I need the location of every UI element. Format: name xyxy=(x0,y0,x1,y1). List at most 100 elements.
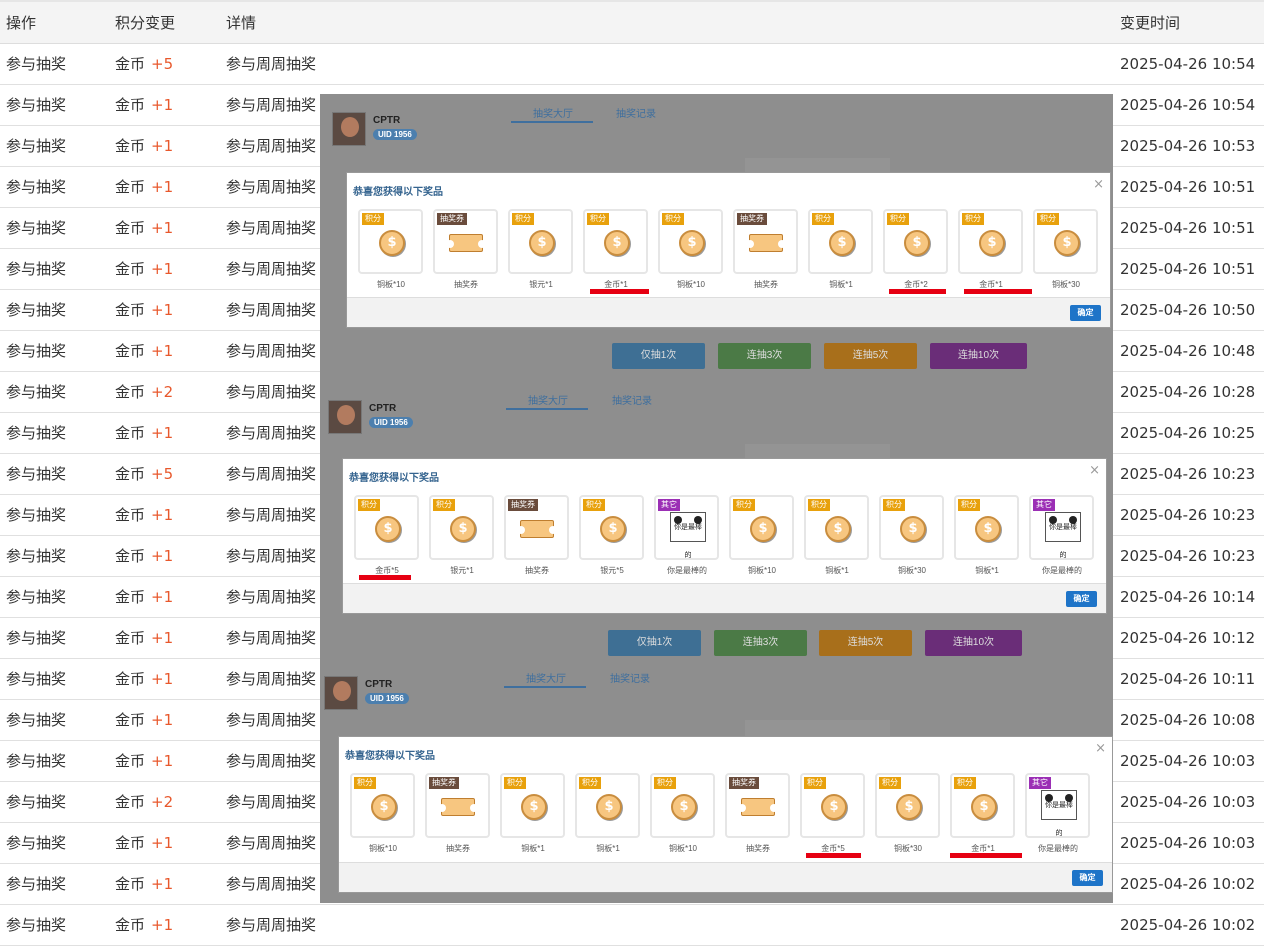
row-detail: 参与周周抽奖 xyxy=(226,711,317,729)
prize-tag: 积分 xyxy=(662,213,684,225)
tab-lottery-record[interactable]: 抽奖记录 xyxy=(616,105,656,120)
prize-result-modal: 恭喜您获得以下奖品 × 确定 积分 $ 金币*5 积分 $ 银元*1 抽奖券 抽奖券 积分 $ 银元*5 其… xyxy=(342,458,1107,614)
uid-badge: UID 1956 xyxy=(373,129,417,140)
row-time: 2025-04-26 10:23 xyxy=(1120,465,1256,483)
row-time: 2025-04-26 10:11 xyxy=(1120,670,1256,688)
tab-lottery-hall[interactable]: 抽奖大厅 xyxy=(528,392,568,407)
row-change: 金币 +1 xyxy=(115,249,173,289)
row-time: 2025-04-26 10:12 xyxy=(1120,629,1256,647)
row-time: 2025-04-26 10:03 xyxy=(1120,793,1256,811)
row-detail: 参与周周抽奖 xyxy=(226,834,317,852)
row-currency: 金币 xyxy=(115,383,146,401)
prize-tag: 积分 xyxy=(883,499,905,511)
row-change: 金币 +1 xyxy=(115,577,173,617)
header-detail: 详情 xyxy=(226,14,257,32)
prize-label: 抽奖券 xyxy=(525,566,549,575)
coin-icon: $ xyxy=(671,794,697,820)
confirm-button[interactable]: 确定 xyxy=(1070,305,1101,321)
ticket-icon xyxy=(738,798,778,816)
row-delta: +1 xyxy=(151,711,174,729)
tab-lottery-record[interactable]: 抽奖记录 xyxy=(610,670,650,685)
row-delta: +1 xyxy=(151,547,174,565)
row-time: 2025-04-26 10:02 xyxy=(1120,875,1256,893)
avatar xyxy=(324,676,358,710)
row-detail: 参与周周抽奖 xyxy=(226,383,317,401)
prize-card: 积分 $ xyxy=(358,209,423,274)
prize-tag: 积分 xyxy=(962,213,984,225)
row-currency: 金币 xyxy=(115,793,146,811)
tab-lottery-hall[interactable]: 抽奖大厅 xyxy=(533,105,573,120)
confirm-button[interactable]: 确定 xyxy=(1072,870,1103,886)
draw-button-2[interactable]: 连抽3次 xyxy=(718,343,811,369)
row-action: 参与抽奖 xyxy=(6,178,67,196)
tab-lottery-record[interactable]: 抽奖记录 xyxy=(612,392,652,407)
prize-card: 积分 $ xyxy=(958,209,1023,274)
coin-icon: $ xyxy=(821,794,847,820)
coin-icon: $ xyxy=(679,230,705,256)
prize-card: 抽奖券 xyxy=(733,209,798,274)
close-icon[interactable]: × xyxy=(1089,463,1100,478)
coin-icon: $ xyxy=(900,516,926,542)
row-delta: +1 xyxy=(151,178,174,196)
prize-card: 积分 $ xyxy=(658,209,723,274)
user-name: CPTR xyxy=(365,679,393,690)
prize-card: 抽奖券 xyxy=(504,495,569,560)
row-detail: 参与周周抽奖 xyxy=(226,506,317,524)
row-currency: 金币 xyxy=(115,424,146,442)
row-time: 2025-04-26 10:51 xyxy=(1120,178,1256,196)
row-delta: +1 xyxy=(151,219,174,237)
draw-button-4[interactable]: 连抽10次 xyxy=(930,343,1027,369)
coin-icon: $ xyxy=(450,516,476,542)
prize-tag: 积分 xyxy=(1037,213,1059,225)
row-currency: 金币 xyxy=(115,342,146,360)
draw-button-1[interactable]: 仅抽1次 xyxy=(608,630,701,656)
tab-lottery-hall[interactable]: 抽奖大厅 xyxy=(526,670,566,685)
row-delta: +1 xyxy=(151,260,174,278)
close-icon[interactable]: × xyxy=(1095,741,1106,756)
row-currency: 金币 xyxy=(115,219,146,237)
draw-button-3[interactable]: 连抽5次 xyxy=(824,343,917,369)
prize-tag: 其它 xyxy=(1033,499,1055,511)
prize-card: 积分 $ xyxy=(429,495,494,560)
row-detail: 参与周周抽奖 xyxy=(226,137,317,155)
close-icon[interactable]: × xyxy=(1093,177,1104,192)
row-currency: 金币 xyxy=(115,834,146,852)
prize-card: 积分 $ xyxy=(808,209,873,274)
prize-tag: 积分 xyxy=(812,213,834,225)
prize-card: 积分 $ xyxy=(954,495,1019,560)
row-change: 金币 +1 xyxy=(115,290,173,330)
row-detail: 参与周周抽奖 xyxy=(226,465,317,483)
coin-icon: $ xyxy=(825,516,851,542)
draw-button-3[interactable]: 连抽5次 xyxy=(819,630,912,656)
row-time: 2025-04-26 10:03 xyxy=(1120,752,1256,770)
draw-button-2[interactable]: 连抽3次 xyxy=(714,630,807,656)
prize-tag: 抽奖券 xyxy=(508,499,538,511)
row-time: 2025-04-26 10:54 xyxy=(1120,96,1256,114)
row-time: 2025-04-26 10:50 xyxy=(1120,301,1256,319)
prize-tag: 积分 xyxy=(433,499,455,511)
row-detail: 参与周周抽奖 xyxy=(226,793,317,811)
row-detail: 参与周周抽奖 xyxy=(226,875,317,893)
draw-button-4[interactable]: 连抽10次 xyxy=(925,630,1022,656)
row-delta: +1 xyxy=(151,629,174,647)
row-time: 2025-04-26 10:28 xyxy=(1120,383,1256,401)
row-action: 参与抽奖 xyxy=(6,342,67,360)
draw-button-1[interactable]: 仅抽1次 xyxy=(612,343,705,369)
row-action: 参与抽奖 xyxy=(6,752,67,770)
row-time: 2025-04-26 10:02 xyxy=(1120,916,1256,934)
row-action: 参与抽奖 xyxy=(6,629,67,647)
user-name: CPTR xyxy=(369,403,397,414)
prize-tag: 积分 xyxy=(887,213,909,225)
prize-label: 抽奖券 xyxy=(754,280,778,289)
coin-icon: $ xyxy=(1054,230,1080,256)
prize-label: 抽奖券 xyxy=(746,844,770,853)
coin-icon: $ xyxy=(379,230,405,256)
confirm-button[interactable]: 确定 xyxy=(1066,591,1097,607)
row-delta: +1 xyxy=(151,137,174,155)
prize-card: 积分 $ xyxy=(883,209,948,274)
coin-icon: $ xyxy=(596,794,622,820)
row-action: 参与抽奖 xyxy=(6,465,67,483)
row-action: 参与抽奖 xyxy=(6,547,67,565)
prize-card: 积分 $ xyxy=(729,495,794,560)
prize-card: 积分 $ xyxy=(1033,209,1098,274)
